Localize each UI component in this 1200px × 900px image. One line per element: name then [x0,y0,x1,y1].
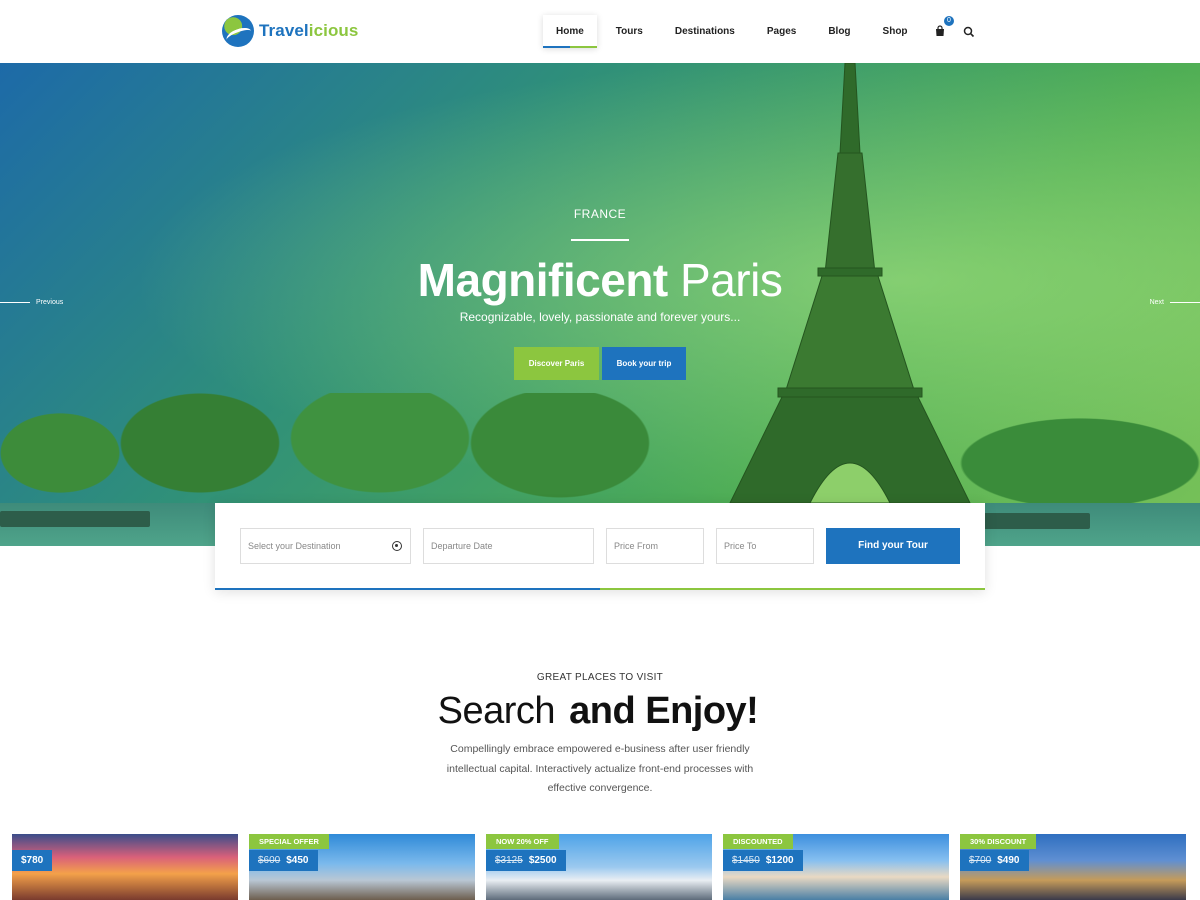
logo[interactable]: Travelicious [222,15,358,47]
site-header: Travelicious Home Tours Destinations Pag… [0,0,1200,63]
search-icon [963,26,975,38]
nav-item-shop[interactable]: Shop [870,15,921,48]
nav-item-tours[interactable]: Tours [603,15,656,48]
discover-paris-button[interactable]: Discover Paris [514,347,599,380]
cart-button[interactable]: 0 [934,16,954,38]
section-eyebrow: GREAT PLACES TO VISIT [536,672,664,683]
tour-card[interactable]: $780 [12,834,238,900]
logo-icon [222,15,254,47]
hero-eyebrow: FRANCE [573,207,627,221]
slider-previous[interactable]: Previous [0,299,63,306]
tour-search-form: Select your Destination Departure Date P… [215,503,985,590]
nav-item-pages[interactable]: Pages [754,15,809,48]
hero-title: Magnificent Paris [417,254,783,306]
price-badge: $600 $450 [249,850,318,871]
find-tour-button[interactable]: Find your Tour [826,528,960,564]
section-title: Search and Enjoy! [0,690,1200,733]
main-nav: Home Tours Destinations Pages Blog Shop [543,15,927,48]
hero-subtitle: Recognizable, lovely, passionate and for… [459,310,741,324]
tree-line [0,393,1200,503]
tour-card[interactable]: DISCOUNTED $1450 $1200 [723,834,949,900]
price-badge: $700 $490 [960,850,1029,871]
hero-divider [571,239,629,241]
logo-text: Travelicious [259,21,359,40]
price-badge: $1450 $1200 [723,850,803,871]
nav-item-blog[interactable]: Blog [815,15,863,48]
offer-tag: NOW 20% OFF [486,834,559,849]
price-badge: $3125 $2500 [486,850,566,871]
offer-tag: 30% DISCOUNT [960,834,1037,849]
nav-item-home[interactable]: Home [543,15,597,48]
offer-tag: SPECIAL OFFER [249,834,329,849]
departure-date-input[interactable]: Departure Date [423,528,594,564]
nav-item-destinations[interactable]: Destinations [662,15,748,48]
offer-tag: DISCOUNTED [723,834,793,849]
location-target-icon [392,541,402,551]
destination-select[interactable]: Select your Destination [240,528,411,564]
search-button[interactable] [963,25,975,38]
cart-count-badge: 0 [944,16,954,26]
shopping-bag-icon [936,25,944,36]
book-trip-button[interactable]: Book your trip [602,347,686,380]
price-to-input[interactable]: Price To [716,528,814,564]
tour-card[interactable]: 30% DISCOUNT $700 $490 [960,834,1186,900]
hero-slider: FRANCE Magnificent Paris Recognizable, l… [0,63,1200,546]
section-description: Compellingly embrace empowered e-busines… [446,743,754,794]
tour-card[interactable]: NOW 20% OFF $3125 $2500 [486,834,712,900]
tour-card[interactable]: SPECIAL OFFER $600 $450 [249,834,475,900]
price-badge: $780 [12,850,53,871]
slider-next[interactable]: Next [1150,299,1200,306]
price-from-input[interactable]: Price From [606,528,704,564]
